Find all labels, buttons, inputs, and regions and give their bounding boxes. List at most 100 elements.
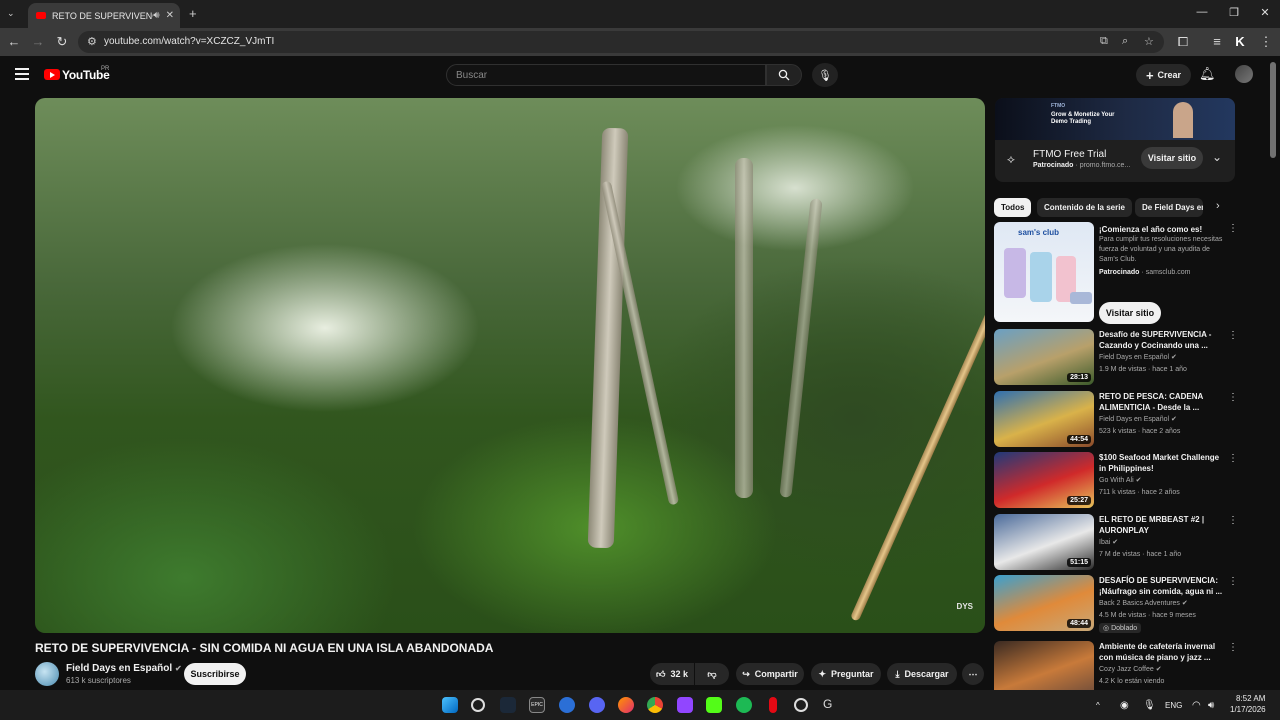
dislike-button[interactable]: 👎︎: [695, 663, 729, 685]
logitech-icon[interactable]: G: [823, 697, 839, 713]
create-button[interactable]: + Crear: [1136, 64, 1191, 86]
spotify-icon[interactable]: [736, 697, 752, 713]
channel-name[interactable]: Ibai ✔︎: [1099, 537, 1118, 548]
reading-list-icon[interactable]: ≡: [1209, 34, 1225, 49]
chrome-icon[interactable]: [647, 697, 663, 713]
share-button[interactable]: ↪ Compartir: [736, 663, 804, 685]
site-info-icon[interactable]: ⚙︎: [87, 35, 97, 48]
download-button[interactable]: ⤓ Descargar: [887, 663, 957, 685]
kebab-menu-icon[interactable]: ⋮: [1228, 330, 1238, 341]
video-thumbnail[interactable]: 44:54: [994, 391, 1094, 447]
account-avatar[interactable]: [1235, 65, 1253, 83]
firefox-icon[interactable]: [618, 697, 634, 713]
extensions-icon[interactable]: ⧠: [1175, 34, 1191, 50]
chip-todos[interactable]: Todos: [994, 198, 1032, 217]
tab-list-icon[interactable]: ⌄: [7, 8, 15, 19]
youtube-logo-icon[interactable]: [44, 69, 60, 80]
more-actions-button[interactable]: ⋯: [962, 663, 984, 685]
netflix-icon[interactable]: [769, 697, 777, 713]
discord-icon[interactable]: [589, 697, 605, 713]
channel-avatar[interactable]: [35, 662, 59, 686]
mic-tray-icon[interactable]: 🎙︎: [1143, 700, 1156, 711]
forward-arrow-icon[interactable]: →: [30, 34, 46, 49]
ask-button[interactable]: ✦ Preguntar: [811, 663, 881, 685]
clock-date[interactable]: 1/17/2026: [1230, 705, 1266, 714]
video-title[interactable]: Ambiente de cafetería invernal con músic…: [1099, 641, 1223, 663]
ad-side-visit-button[interactable]: Visitar sitio: [1099, 302, 1161, 324]
profile-k-icon[interactable]: K: [1232, 34, 1248, 49]
page-scrollbar[interactable]: [1270, 62, 1276, 158]
reload-icon[interactable]: ↻: [54, 34, 70, 50]
hamburger-menu-icon[interactable]: [15, 68, 29, 83]
video-thumbnail[interactable]: 48:44: [994, 575, 1094, 631]
ad-visit-site-button[interactable]: Visitar sitio: [1141, 147, 1203, 169]
video-title[interactable]: EL RETO DE MRBEAST #2 | AURONPLAY: [1099, 514, 1223, 536]
search-button[interactable]: [766, 64, 802, 86]
close-window-icon[interactable]: ✕: [1257, 6, 1273, 19]
video-thumbnail[interactable]: 51:15: [994, 514, 1094, 570]
kebab-menu-icon[interactable]: ⋮: [1228, 642, 1238, 653]
epic-games-icon[interactable]: EPIC: [529, 697, 545, 713]
kebab-menu-icon[interactable]: ⋮: [1228, 453, 1238, 464]
recommended-video[interactable]: 44:54 RETO DE PESCA: CADENA ALIMENTICIA -…: [994, 391, 1240, 449]
new-tab-icon[interactable]: +: [189, 6, 197, 21]
twitch-icon[interactable]: [677, 697, 693, 713]
search-input[interactable]: Buscar: [446, 64, 766, 86]
chip-series-content[interactable]: Contenido de la serie: [1037, 198, 1132, 217]
chevron-down-icon[interactable]: ⌄: [1212, 150, 1222, 164]
edge-like-icon[interactable]: [559, 697, 575, 713]
notifications-bell-icon[interactable]: 🔔︎: [1199, 66, 1216, 82]
volume-icon[interactable]: 🔊︎: [1208, 700, 1214, 711]
kebab-menu-icon[interactable]: ⋮: [1228, 223, 1238, 234]
app-icon[interactable]: [794, 698, 808, 712]
tray-chevron-icon[interactable]: ^: [1096, 701, 1100, 710]
minimize-icon[interactable]: —: [1194, 6, 1210, 18]
chevron-right-icon[interactable]: ›: [1216, 200, 1220, 212]
video-title[interactable]: DESAFÍO DE SUPERVIVENCIA: ¡Náufrago sin …: [1099, 575, 1223, 597]
wifi-icon[interactable]: ◠: [1192, 700, 1201, 711]
kebab-menu-icon[interactable]: ⋮: [1228, 392, 1238, 403]
channel-name[interactable]: Cozy Jazz Coffee ✔︎: [1099, 664, 1162, 675]
recommended-video[interactable]: 48:44 DESAFÍO DE SUPERVIVENCIA: ¡Náufrago…: [994, 575, 1240, 633]
voice-search-button[interactable]: 🎙︎: [812, 63, 838, 87]
like-button[interactable]: 👍︎ 32 k: [650, 663, 694, 685]
install-app-icon[interactable]: ⧉: [1100, 35, 1108, 48]
browser-tab[interactable]: RETO DE SUPERVIVENCIA 🔊︎ ✕: [28, 3, 180, 28]
video-thumbnail[interactable]: [994, 641, 1094, 697]
video-title[interactable]: $100 Seafood Market Challenge in Philipp…: [1099, 452, 1223, 474]
steam-icon[interactable]: [500, 697, 516, 713]
sponsored-video-ad[interactable]: sam's club ¡Comienza el año como es! Par…: [994, 222, 1240, 324]
language-indicator[interactable]: ENG: [1165, 701, 1182, 710]
chip-from-channel[interactable]: De Field Days en: [1135, 198, 1203, 217]
video-thumbnail[interactable]: 25:27: [994, 452, 1094, 508]
zoom-icon[interactable]: ⌕: [1122, 35, 1128, 48]
video-title[interactable]: RETO DE PESCA: CADENA ALIMENTICIA - Desd…: [1099, 391, 1223, 413]
recommended-video[interactable]: 51:15 EL RETO DE MRBEAST #2 | AURONPLAY Ib…: [994, 514, 1240, 572]
clock-time[interactable]: 8:52 AM: [1236, 694, 1265, 703]
video-player[interactable]: DYS: [35, 98, 985, 633]
address-bar[interactable]: ⚙︎ youtube.com/watch?v=XCZCZ_VJmTI ⧉ ⌕ ☆: [78, 31, 1164, 53]
search-icon[interactable]: [471, 698, 485, 712]
back-arrow-icon[interactable]: ←: [6, 34, 22, 49]
recommended-video[interactable]: 25:27 $100 Seafood Market Challenge in Ph…: [994, 452, 1240, 510]
speaker-icon[interactable]: 🔊︎: [153, 10, 159, 21]
menu-kebab-icon[interactable]: ⋮: [1258, 34, 1274, 50]
restore-icon[interactable]: ❐: [1226, 6, 1242, 19]
video-thumbnail[interactable]: 28:13: [994, 329, 1094, 385]
windows-start-icon[interactable]: [442, 697, 458, 713]
bookmark-star-icon[interactable]: ☆: [1144, 35, 1154, 48]
channel-name[interactable]: Go With Ali ✔︎: [1099, 475, 1141, 486]
channel-name[interactable]: Back 2 Basics Adventures ✔︎: [1099, 598, 1188, 609]
kick-icon[interactable]: [706, 697, 722, 713]
video-title[interactable]: Desafío de SUPERVIVENCIA - Cazando y Coc…: [1099, 329, 1223, 351]
kebab-menu-icon[interactable]: ⋮: [1228, 515, 1238, 526]
close-tab-icon[interactable]: ✕: [166, 10, 174, 21]
recommended-video[interactable]: 28:13 Desafío de SUPERVIVENCIA - Cazando …: [994, 329, 1240, 387]
channel-name[interactable]: Field Days en Español ✔︎: [66, 663, 182, 674]
channel-name[interactable]: Field Days en Español ✔︎: [1099, 414, 1177, 425]
channel-name[interactable]: Field Days en Español ✔︎: [1099, 352, 1177, 363]
kebab-menu-icon[interactable]: ⋮: [1228, 576, 1238, 587]
tray-app-icon[interactable]: ◉: [1120, 700, 1129, 711]
sponsored-banner-ad[interactable]: FTMO Grow & Monetize Your Demo Trading ⟡…: [995, 98, 1235, 182]
subscribe-button[interactable]: Suscribirse: [184, 663, 246, 685]
